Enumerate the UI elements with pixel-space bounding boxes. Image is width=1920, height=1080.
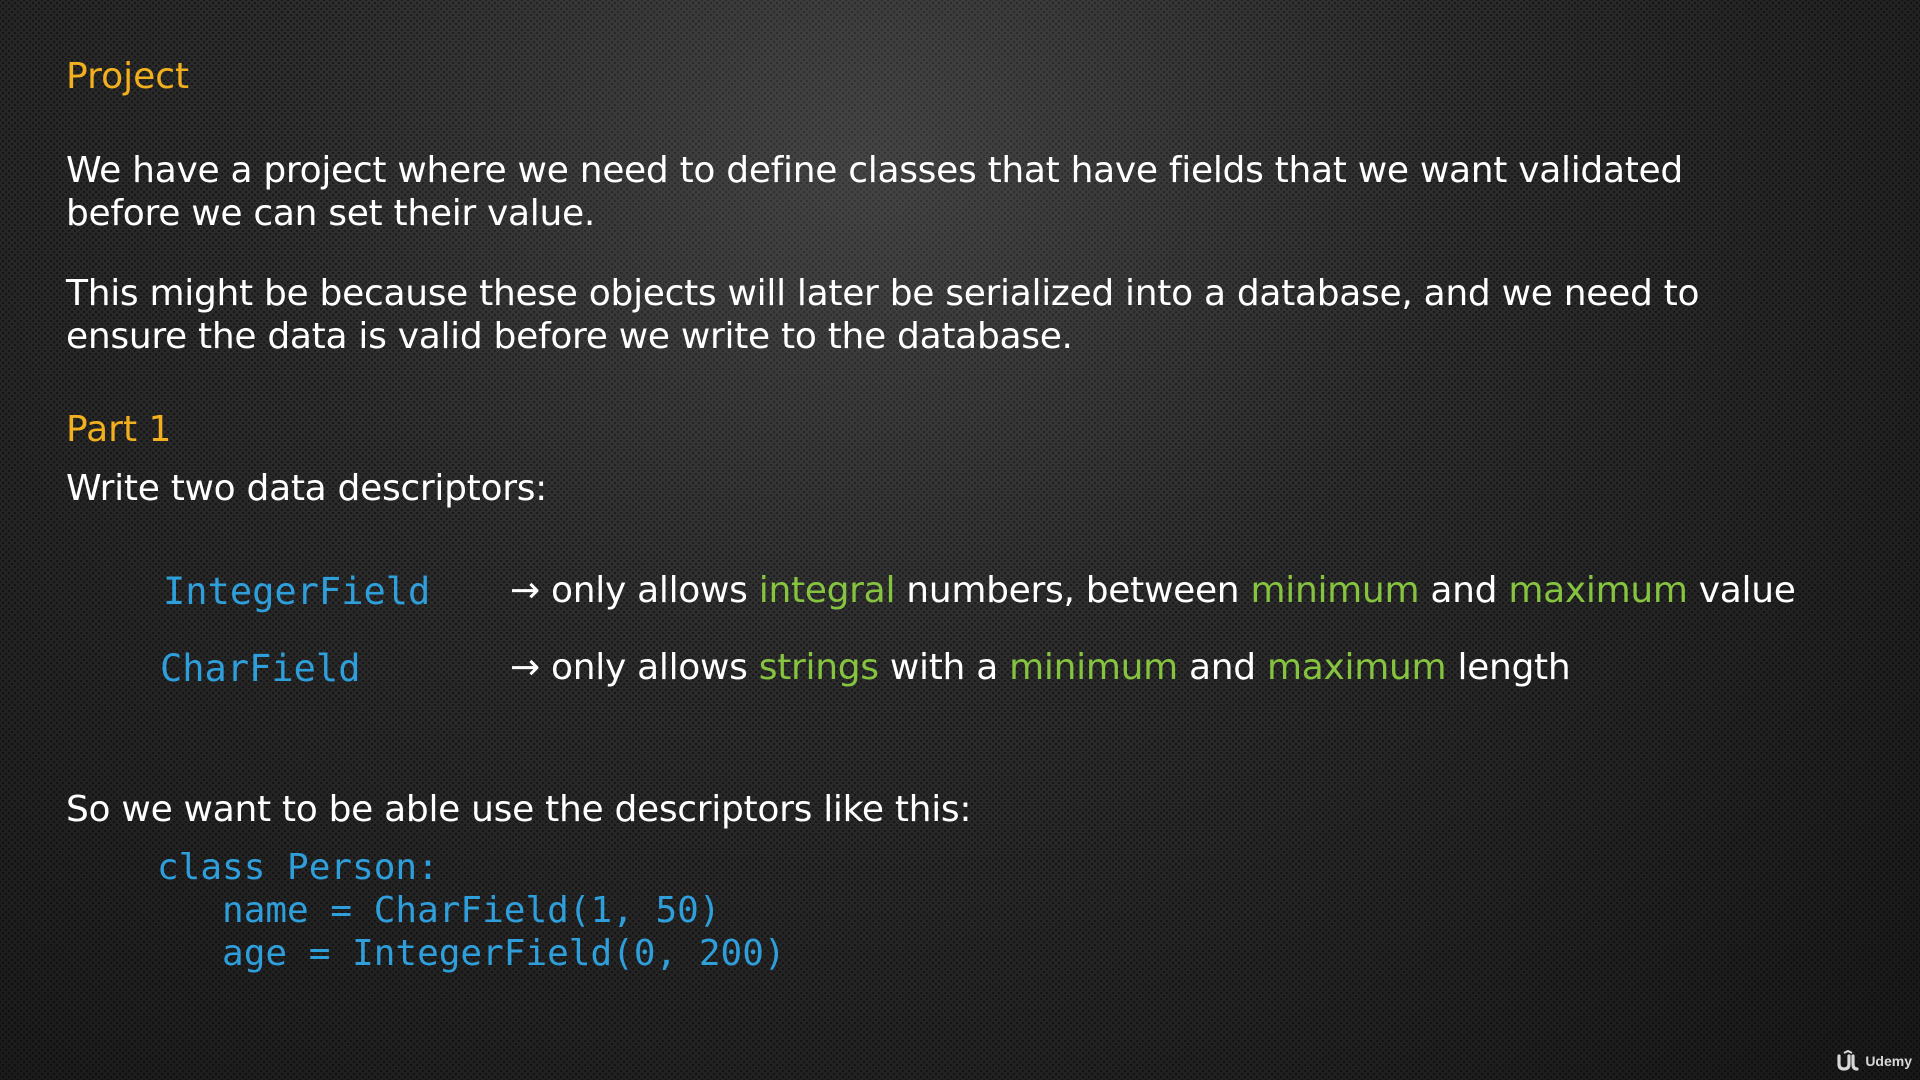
intro-paragraph-1: We have a project where we need to defin… bbox=[66, 150, 1683, 234]
project-heading: Project bbox=[66, 56, 190, 97]
code-line: name = CharField(1, 50) bbox=[157, 890, 721, 931]
desc-highlight: minimum bbox=[1250, 570, 1420, 611]
usage-intro: So we want to be able use the descriptor… bbox=[66, 789, 972, 830]
udemy-logo: Udemy bbox=[1835, 1050, 1912, 1072]
desc-highlight: maximum bbox=[1267, 647, 1447, 688]
desc-highlight: minimum bbox=[1009, 647, 1178, 688]
desc-text: and bbox=[1177, 647, 1267, 688]
desc-text: with a bbox=[878, 647, 1010, 688]
udemy-logo-text: Udemy bbox=[1865, 1053, 1912, 1069]
desc-text: value bbox=[1687, 570, 1796, 611]
descriptor-name-integerfield: IntegerField bbox=[163, 570, 431, 613]
part-heading: Part 1 bbox=[66, 409, 172, 450]
udemy-icon bbox=[1835, 1050, 1861, 1072]
part-instruction: Write two data descriptors: bbox=[66, 468, 547, 509]
arrow-right-icon: → bbox=[510, 647, 540, 688]
descriptor-description-integerfield: → only allows integral numbers, between … bbox=[510, 570, 1796, 611]
code-line: age = IntegerField(0, 200) bbox=[157, 933, 786, 974]
intro-paragraph-2: This might be because these objects will… bbox=[66, 273, 1700, 357]
code-line: class Person: bbox=[157, 847, 439, 888]
desc-text: only allows bbox=[539, 647, 759, 688]
desc-highlight: maximum bbox=[1508, 570, 1688, 611]
desc-highlight: integral bbox=[758, 570, 896, 611]
arrow-right-icon: → bbox=[510, 570, 540, 611]
desc-text: only allows bbox=[539, 570, 759, 611]
desc-highlight: strings bbox=[758, 647, 879, 688]
desc-text: length bbox=[1446, 647, 1571, 688]
desc-text: numbers, between bbox=[895, 570, 1251, 611]
code-example: class Person: name = CharField(1, 50) ag… bbox=[157, 846, 786, 975]
desc-text: and bbox=[1419, 570, 1509, 611]
descriptor-description-charfield: → only allows strings with a minimum and… bbox=[510, 647, 1571, 688]
descriptor-name-charfield: CharField bbox=[160, 647, 361, 690]
